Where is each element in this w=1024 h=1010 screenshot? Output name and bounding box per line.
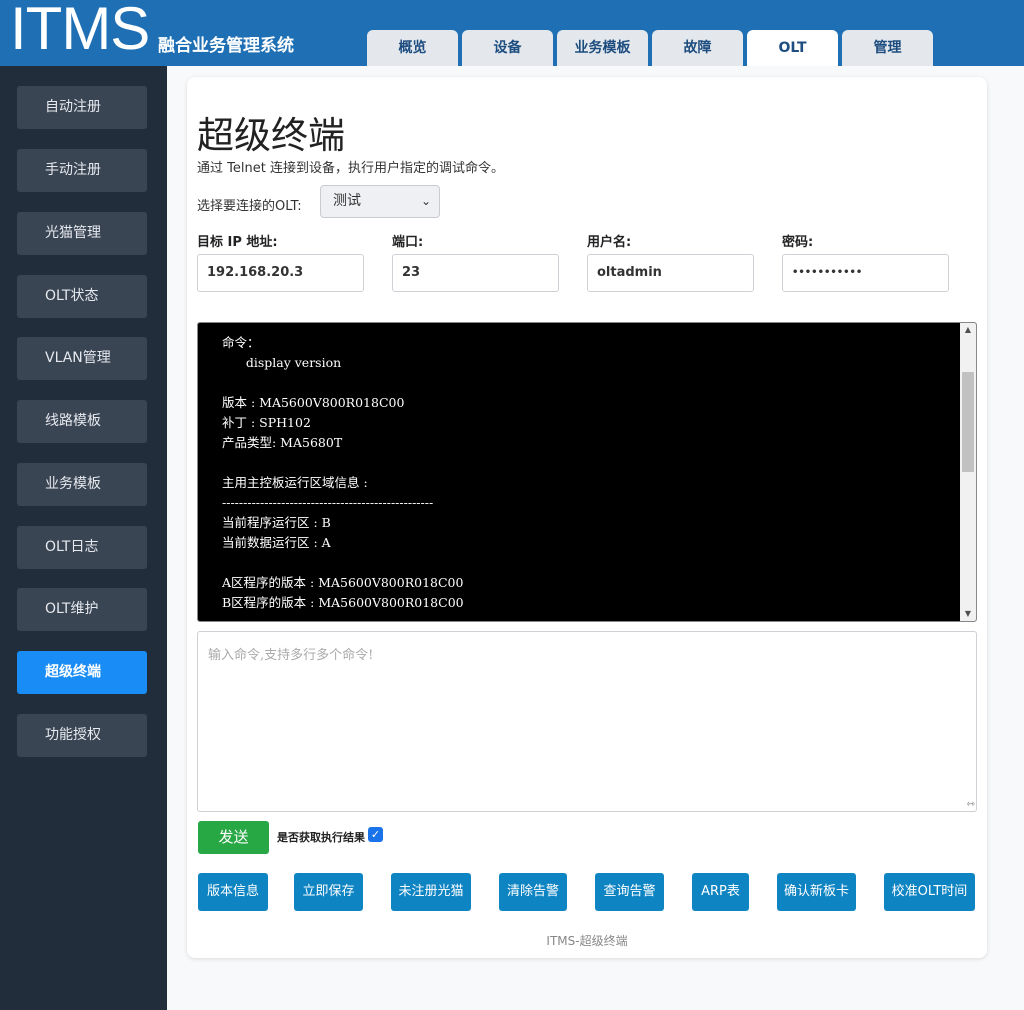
sidebar-item-ont-management[interactable]: 光猫管理 (17, 212, 147, 255)
sidebar-item-line-templates[interactable]: 线路模板 (17, 400, 147, 443)
olt-select[interactable]: 测试 ⌄ (320, 185, 440, 218)
scroll-down-icon[interactable]: ▼ (960, 607, 976, 621)
terminal-scrollbar[interactable]: ▲ ▼ (960, 323, 976, 621)
tab-devices[interactable]: 设备 (462, 30, 553, 66)
save-now-button[interactable]: 立即保存 (294, 873, 363, 911)
ip-field[interactable]: 192.168.20.3 (197, 254, 364, 292)
olt-select-value: 测试 (333, 193, 361, 209)
tab-service-templates[interactable]: 业务模板 (557, 30, 648, 66)
footer-text: ITMS-超级终端 (546, 934, 628, 948)
top-header: ITMS 融合业务管理系统 概览 设备 业务模板 故障 OLT 管理 (0, 0, 1024, 66)
page-description: 通过 Telnet 连接到设备，执行用户指定的调试命令。 (197, 161, 504, 176)
password-label: 密码: (782, 235, 814, 250)
chevron-down-icon: ⌄ (420, 194, 431, 208)
terminal-output[interactable]: 命令： display version 版本 : MA5600V800R018C… (197, 322, 977, 622)
sidebar-item-feature-authorization[interactable]: 功能授权 (17, 714, 147, 757)
arp-table-button[interactable]: ARP表 (692, 873, 749, 911)
sidebar-item-auto-register[interactable]: 自动注册 (17, 86, 147, 129)
fetch-result-label: 是否获取执行结果 (277, 831, 365, 844)
tab-faults[interactable]: 故障 (652, 30, 743, 66)
query-alarms-button[interactable]: 查询告警 (595, 873, 664, 911)
app-subtitle: 融合业务管理系统 (158, 36, 294, 56)
sidebar-item-super-terminal[interactable]: 超级终端 (17, 651, 147, 694)
port-field[interactable]: 23 (392, 254, 559, 292)
sidebar-item-service-templates[interactable]: 业务模板 (17, 463, 147, 506)
username-label: 用户名: (587, 235, 632, 250)
password-field[interactable]: ••••••••••• (782, 254, 949, 292)
sidebar-item-vlan-management[interactable]: VLAN管理 (17, 337, 147, 380)
tab-olt[interactable]: OLT (747, 30, 838, 66)
confirm-new-board-button[interactable]: 确认新板卡 (777, 873, 856, 911)
main-card: 超级终端 通过 Telnet 连接到设备，执行用户指定的调试命令。 选择要连接的… (187, 77, 987, 958)
scroll-up-icon[interactable]: ▲ (960, 323, 976, 337)
unregistered-ont-button[interactable]: 未注册光猫 (391, 873, 471, 911)
username-field[interactable]: oltadmin (587, 254, 754, 292)
sidebar: 自动注册 手动注册 光猫管理 OLT状态 VLAN管理 线路模板 业务模板 OL… (0, 66, 167, 1010)
sidebar-item-manual-register[interactable]: 手动注册 (17, 149, 147, 192)
sidebar-item-olt-logs[interactable]: OLT日志 (17, 526, 147, 569)
command-input[interactable]: 输入命令,支持多行多个命令! ⇿ (197, 631, 977, 812)
olt-select-label: 选择要连接的OLT: (197, 199, 302, 214)
send-button[interactable]: 发送 (198, 821, 269, 854)
clear-alarms-button[interactable]: 清除告警 (499, 873, 567, 911)
sidebar-item-olt-maintenance[interactable]: OLT维护 (17, 588, 147, 631)
calibrate-olt-time-button[interactable]: 校准OLT时间 (884, 873, 975, 911)
scroll-thumb[interactable] (962, 372, 974, 472)
resize-grip-icon[interactable]: ⇿ (967, 799, 975, 810)
sidebar-item-olt-status[interactable]: OLT状态 (17, 275, 147, 318)
tab-overview[interactable]: 概览 (367, 30, 458, 66)
page-title: 超级终端 (197, 114, 345, 157)
port-label: 端口: (392, 235, 424, 250)
fetch-result-checkbox[interactable]: ✓ (368, 827, 383, 842)
terminal-text: 命令： display version 版本 : MA5600V800R018C… (222, 335, 464, 610)
app-logo: ITMS (10, 0, 150, 62)
ip-label: 目标 IP 地址: (197, 235, 278, 250)
tab-management[interactable]: 管理 (842, 30, 933, 66)
version-info-button[interactable]: 版本信息 (198, 873, 268, 911)
command-placeholder: 输入命令,支持多行多个命令! (208, 648, 374, 663)
